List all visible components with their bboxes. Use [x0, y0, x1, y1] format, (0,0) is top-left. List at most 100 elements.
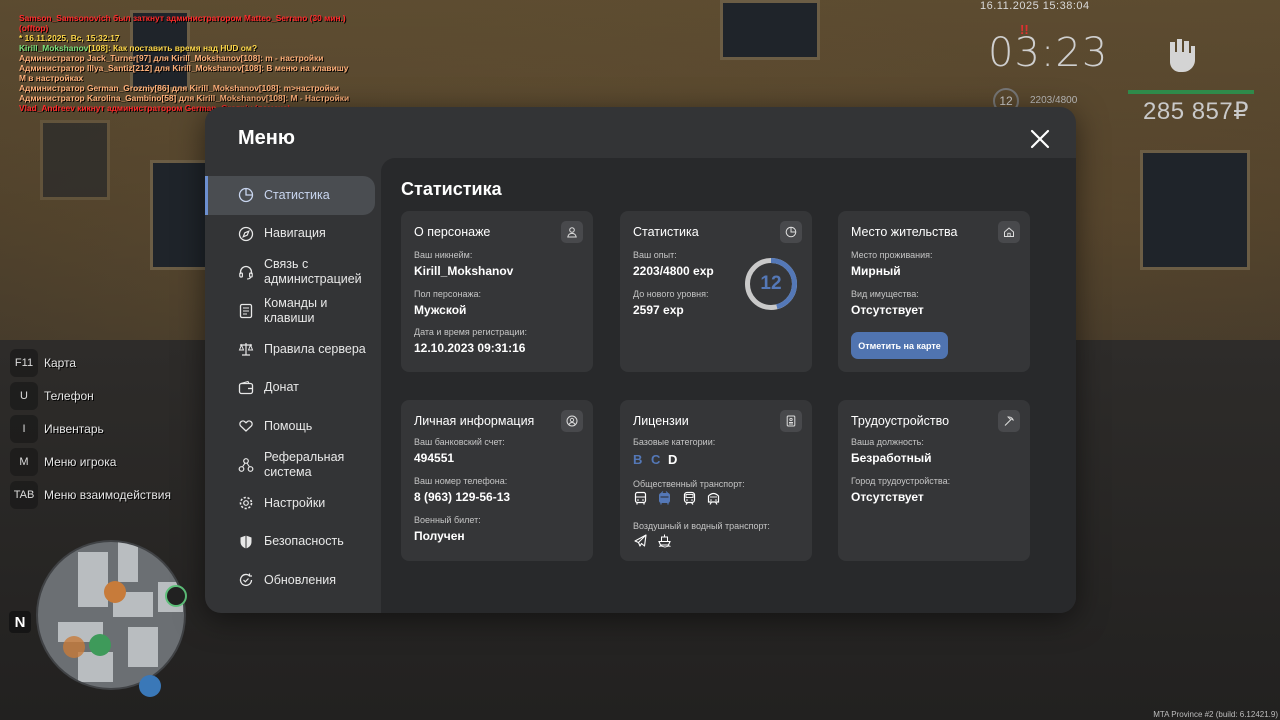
key-label: Меню взаимодействия	[44, 487, 171, 502]
chat-line: Администратор Jack_Turner[97] для Kirill…	[19, 53, 324, 63]
keybind-interaction-menu: TAB Меню взаимодействия	[10, 478, 171, 511]
hud-health-bar	[1128, 90, 1254, 94]
sidebar-item-settings[interactable]: Настройки	[205, 484, 380, 523]
keybind-phone: U Телефон	[10, 379, 171, 412]
train-icon	[706, 491, 721, 506]
document-icon	[238, 303, 254, 319]
hud-clock: 03:23	[988, 30, 1109, 76]
chat-line: M в настройках	[19, 73, 84, 83]
fist-icon	[1162, 34, 1198, 74]
bus-icon	[633, 491, 648, 506]
home-icon	[998, 221, 1020, 243]
military-value: Получен	[414, 529, 465, 543]
character-card: О персонаже Ваш никнейм: Kirill_Mokshano…	[401, 211, 593, 372]
statistics-panel: Статистика О персонаже Ваш никнейм: Kiri…	[381, 158, 1076, 613]
place-label: Место проживания:	[851, 250, 933, 260]
sidebar-item-navigation[interactable]: Навигация	[205, 215, 380, 254]
pie-chart-icon	[780, 221, 802, 243]
chat-line: Samson_Samsonovich был заткнут администр…	[19, 13, 346, 23]
license-category-b: B	[633, 452, 643, 467]
menu-modal: Меню Статистика Навигация Связь с админи…	[205, 107, 1076, 613]
menu-title: Меню	[238, 127, 295, 149]
refresh-icon	[238, 572, 254, 588]
menu-sidebar: Статистика Навигация Связь с администрац…	[205, 176, 380, 600]
property-value: Отсутствует	[851, 303, 924, 317]
work-city-label: Город трудоустройства:	[851, 476, 951, 486]
sidebar-item-referral[interactable]: Реферальная система	[205, 446, 380, 485]
property-label: Вид имущества:	[851, 289, 919, 299]
key-cap: F11	[10, 348, 38, 377]
keybind-player-menu: M Меню игрока	[10, 445, 171, 478]
heart-hands-icon	[238, 418, 254, 434]
trolleybus-icon	[657, 491, 672, 506]
phone-value: 8 (963) 129-56-13	[414, 490, 511, 504]
air-water-transport-label: Воздушный и водный транспорт:	[633, 521, 770, 531]
sidebar-item-statistics[interactable]: Статистика	[205, 176, 375, 215]
sidebar-item-label: Помощь	[264, 418, 313, 433]
wallet-icon	[238, 380, 254, 396]
keybind-inventory: I Инвентарь	[10, 412, 171, 445]
hud-datetime: 16.11.2025 15:38:04	[980, 0, 1090, 12]
next-level-value: 2597 exp	[633, 303, 684, 317]
scales-icon	[238, 341, 254, 357]
license-category-d: D	[668, 452, 678, 467]
sidebar-item-label: Статистика	[264, 187, 330, 202]
mark-on-map-button[interactable]: Отметить на карте	[851, 332, 948, 359]
work-city-value: Отсутствует	[851, 490, 924, 504]
sidebar-item-label: Реферальная система	[264, 449, 345, 479]
key-label: Телефон	[44, 388, 94, 403]
pickaxe-icon	[998, 410, 1020, 432]
experience-card: Статистика Ваш опыт: 2203/4800 exp До но…	[620, 211, 812, 372]
residence-card: Место жительства Место проживания: Мирны…	[838, 211, 1030, 372]
card-title: Лицензии	[633, 414, 689, 428]
sidebar-item-commands[interactable]: Команды и клавиши	[205, 292, 380, 331]
card-title: Статистика	[633, 225, 699, 239]
key-cap: TAB	[10, 480, 38, 509]
compass-icon	[238, 226, 254, 242]
clothing-blip-icon	[139, 675, 161, 697]
nickname-label: Ваш никнейм:	[414, 250, 473, 260]
sidebar-item-label: Навигация	[264, 226, 326, 241]
chat-line: (offtop)	[19, 23, 49, 33]
level-value: 12	[760, 273, 782, 294]
gender-value: Мужской	[414, 303, 467, 317]
user-icon	[561, 221, 583, 243]
sidebar-item-updates[interactable]: Обновления	[205, 561, 380, 600]
key-cap: I	[10, 414, 38, 443]
place-value: Мирный	[851, 264, 901, 278]
tram-icon	[682, 491, 697, 506]
exp-label: Ваш опыт:	[633, 250, 677, 260]
key-label: Карта	[44, 355, 77, 370]
card-title: Личная информация	[414, 414, 535, 428]
plane-icon	[633, 533, 648, 548]
sidebar-item-label: Настройки	[264, 495, 326, 510]
position-label: Ваша должность:	[851, 437, 924, 447]
keybind-hints: F11 Карта U Телефон I Инвентарь M Меню игрок…	[10, 346, 171, 511]
home-blip-icon	[89, 634, 111, 656]
chat-line: Администратор Karolina_Gambino[58] для K…	[19, 93, 350, 103]
close-icon[interactable]	[1029, 128, 1051, 150]
minimap-blip-icon	[104, 581, 126, 603]
sidebar-item-rules[interactable]: Правила сервера	[205, 330, 380, 369]
ship-icon	[657, 533, 672, 548]
chat-line: Администратор German_Grozniy[86] для Kir…	[19, 83, 340, 93]
chat-player-name: Kirill_Mokshanov	[19, 43, 89, 53]
sidebar-item-label: Донат	[264, 380, 299, 395]
chat-line: Администратор Illya_Santiz[212] для Kiri…	[19, 63, 349, 73]
referral-icon	[238, 457, 254, 473]
sidebar-item-security[interactable]: Безопасность	[205, 523, 380, 562]
card-title: О персонаже	[414, 225, 491, 239]
personal-info-card: Личная информация Ваш банковский счет: 4…	[401, 400, 593, 561]
licenses-card: Лицензии Базовые категории: B C D Общест…	[620, 400, 812, 561]
license-category-c: C	[651, 452, 661, 467]
sidebar-item-contact-admin[interactable]: Связь с администрацией	[205, 253, 380, 292]
gear-icon	[238, 495, 254, 511]
gender-label: Пол персонажа:	[414, 289, 482, 299]
key-cap: U	[10, 381, 38, 410]
chat-line: * 16.11.2025, Вс, 15:32:17	[19, 33, 120, 43]
chat-message: [108]: Как поставить время над HUD ом?	[88, 43, 258, 53]
base-categories-label: Базовые категории:	[633, 437, 716, 447]
sidebar-item-help[interactable]: Помощь	[205, 407, 380, 446]
sidebar-item-donate[interactable]: Донат	[205, 369, 380, 408]
registration-value: 12.10.2023 09:31:16	[414, 341, 526, 355]
